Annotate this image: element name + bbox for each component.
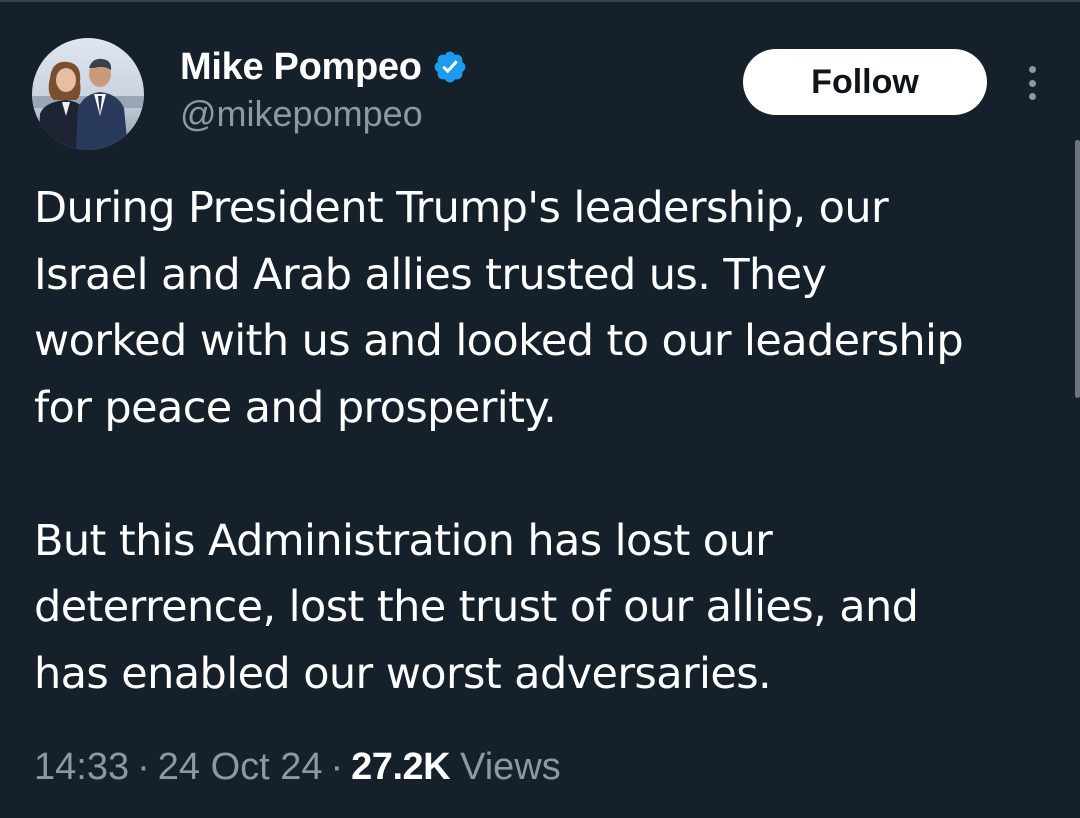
avatar[interactable] (32, 38, 144, 150)
tweet-line: deterrence, lost the trust of our allies… (34, 582, 919, 632)
tweet-meta: 14:33 · 24 Oct 24 · 27.2K Views (34, 742, 561, 792)
author-name-row: Mike Pompeo (180, 42, 468, 92)
views-label[interactable]: Views (460, 746, 561, 789)
views-count[interactable]: 27.2K (351, 746, 450, 789)
author-handle[interactable]: @mikepompeo (180, 93, 423, 135)
author-display-name[interactable]: Mike Pompeo (180, 46, 422, 89)
tweet-line: But this Administration has lost our (34, 515, 773, 566)
tweet-date[interactable]: 24 Oct 24 (158, 746, 323, 789)
tweet-text: During President Trump's leadership, our… (34, 175, 1064, 707)
verified-badge-icon (434, 51, 466, 83)
scrollbar[interactable] (1075, 140, 1080, 398)
more-options-icon (1028, 66, 1036, 73)
more-options-icon-dot (1028, 79, 1036, 87)
tweet-time[interactable]: 14:33 (34, 746, 129, 789)
avatar-photo (32, 38, 144, 150)
tweet-line: Israel and Arab allies trusted us. They (34, 249, 827, 300)
follow-button[interactable]: Follow (743, 49, 987, 115)
tweet-line: During President Trump's leadership, our (34, 183, 889, 233)
paragraph-break (34, 441, 1064, 508)
more-options-icon-dot (1028, 93, 1036, 100)
tweet-line: for peace and prosperity. (34, 382, 557, 433)
meta-separator: · (330, 745, 344, 788)
top-divider (0, 0, 1080, 2)
tweet-line: has enabled our worst adversaries. (34, 648, 772, 699)
tweet-line: worked with us and looked to our leaders… (34, 316, 964, 366)
more-options-button[interactable] (1016, 60, 1048, 106)
meta-separator: · (137, 745, 150, 788)
